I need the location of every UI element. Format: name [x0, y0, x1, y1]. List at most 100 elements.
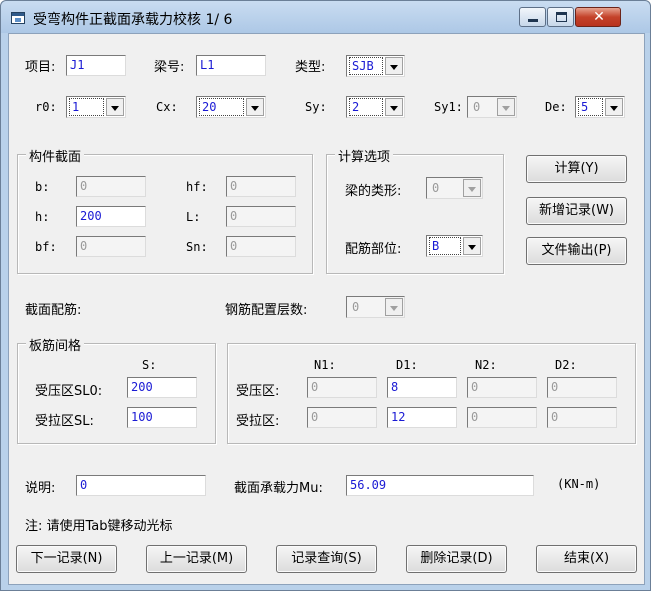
beam-shape-select-value: 0 [432, 181, 440, 195]
rebar-tension-label: 受拉区: [236, 414, 280, 429]
r0-select[interactable]: 1 [66, 96, 126, 118]
calculate-button[interactable]: 计算(Y) [526, 155, 627, 183]
compression-d2-input[interactable]: 0 [547, 377, 617, 398]
b-input[interactable]: 0 [76, 176, 146, 197]
slab-spacing-title: 板筋间格 [26, 335, 85, 354]
de-select-value: 5 [578, 98, 603, 116]
bf-label: bf: [35, 240, 57, 254]
sy-label: Sy: [305, 100, 327, 114]
chevron-down-icon[interactable] [605, 98, 623, 116]
rebar-table-group: N1: D1: N2: D2: 受压区: 0 8 0 0 受拉区: 0 12 0… [227, 343, 636, 444]
type-select-value: SJB [349, 57, 383, 75]
slab-tension-label: 受拉区SL: [35, 414, 94, 429]
beam-shape-select: 0 [426, 177, 483, 199]
maximize-icon [556, 12, 567, 22]
description-label: 说明: [25, 481, 56, 496]
slab-spacing-group: 板筋间格 S: 受压区SL0: 200 受拉区SL: 100 [17, 335, 216, 444]
de-label: De: [545, 100, 567, 114]
n1-header: N1: [314, 358, 336, 372]
rebar-compression-label: 受压区: [236, 384, 280, 399]
add-record-button[interactable]: 新增记录(W) [526, 197, 627, 225]
description-input[interactable]: 0 [76, 475, 206, 496]
minimize-button[interactable] [519, 7, 546, 27]
slab-tension-input[interactable]: 100 [127, 407, 197, 428]
slab-compression-label: 受压区SL0: [35, 384, 103, 399]
rebar-layers-label: 钢筋配置层数: [225, 303, 308, 318]
beam-shape-label: 梁的类形: [345, 184, 402, 199]
rebar-position-select[interactable]: B [426, 235, 483, 257]
s-header: S: [142, 358, 157, 372]
sn-input[interactable]: 0 [226, 236, 296, 257]
chevron-down-icon[interactable] [385, 57, 403, 75]
h-input[interactable]: 200 [76, 206, 146, 227]
rebar-position-select-value: B [429, 237, 461, 255]
sy1-label: Sy1: [434, 100, 463, 114]
compression-d1-input[interactable]: 8 [387, 377, 457, 398]
sy-select[interactable]: 2 [346, 96, 405, 118]
hf-input[interactable]: 0 [226, 176, 296, 197]
delete-record-button[interactable]: 删除记录(D) [406, 545, 507, 573]
chevron-down-icon [385, 298, 403, 316]
project-label: 项目: [25, 60, 56, 75]
chevron-down-icon[interactable] [463, 237, 481, 255]
d2-header: D2: [555, 358, 577, 372]
chevron-down-icon[interactable] [106, 98, 124, 116]
b-label: b: [35, 180, 50, 194]
capacity-label: 截面承载力Mu: [234, 481, 323, 496]
tension-n1-input[interactable]: 0 [307, 407, 377, 428]
beam-input[interactable]: L1 [196, 55, 266, 76]
end-button[interactable]: 结束(X) [536, 545, 637, 573]
section-group: 构件截面 b: 0 h: 200 bf: 0 hf: 0 L: 0 Sn: 0 [17, 146, 313, 274]
file-output-button[interactable]: 文件输出(P) [526, 237, 627, 265]
tension-d1-input[interactable]: 12 [387, 407, 457, 428]
compression-n1-input[interactable]: 0 [307, 377, 377, 398]
de-select[interactable]: 5 [575, 96, 625, 118]
cx-select[interactable]: 20 [196, 96, 266, 118]
r0-label: r0: [35, 100, 57, 114]
chevron-down-icon[interactable] [246, 98, 264, 116]
n2-header: N2: [475, 358, 497, 372]
section-group-title: 构件截面 [26, 146, 85, 165]
project-input[interactable]: J1 [66, 55, 126, 76]
sy1-select-value: 0 [473, 100, 481, 114]
capacity-unit: (KN-m) [557, 477, 601, 491]
type-label: 类型: [295, 60, 326, 75]
capacity-output[interactable]: 56.09 [346, 475, 534, 496]
l-input[interactable]: 0 [226, 206, 296, 227]
slab-compression-input[interactable]: 200 [127, 377, 197, 398]
chevron-down-icon [497, 98, 515, 116]
tension-d2-input[interactable]: 0 [547, 407, 617, 428]
sy-select-value: 2 [349, 98, 383, 116]
close-button[interactable]: ✕ [575, 7, 621, 27]
tension-n2-input[interactable]: 0 [467, 407, 537, 428]
cx-select-value: 20 [199, 98, 244, 116]
h-label: h: [35, 210, 50, 224]
compression-n2-input[interactable]: 0 [467, 377, 537, 398]
title-bar[interactable]: 受弯构件正截面承载力校核 1/ 6 ✕ [1, 1, 650, 33]
l-label: L: [186, 210, 201, 224]
calc-options-group: 计算选项 梁的类形: 0 配筋部位: B [326, 146, 504, 274]
tab-hint-note: 注: 请使用Tab键移动光标 [25, 519, 173, 534]
chevron-down-icon [463, 179, 481, 197]
beam-label: 梁号: [154, 60, 185, 75]
bf-input[interactable]: 0 [76, 236, 146, 257]
dialog-window: 受弯构件正截面承载力校核 1/ 6 ✕ 项目: J1 梁号: L1 类型: SJ… [0, 0, 651, 591]
window-title: 受弯构件正截面承载力校核 1/ 6 [33, 12, 233, 28]
query-record-button[interactable]: 记录查询(S) [276, 545, 377, 573]
minimize-icon [528, 19, 538, 22]
type-select[interactable]: SJB [346, 55, 405, 77]
prev-record-button[interactable]: 上一记录(M) [146, 545, 247, 573]
calc-options-title: 计算选项 [335, 146, 394, 165]
next-record-button[interactable]: 下一记录(N) [16, 545, 117, 573]
sy1-select: 0 [467, 96, 517, 118]
maximize-button[interactable] [547, 7, 574, 27]
sn-label: Sn: [186, 240, 208, 254]
rebar-layers-select-value: 0 [352, 300, 360, 314]
close-icon: ✕ [593, 9, 605, 25]
dialog-client-area: 项目: J1 梁号: L1 类型: SJB r0: 1 Cx: 20 Sy: 2… [8, 33, 645, 585]
app-window-icon [11, 12, 25, 24]
rebar-position-label: 配筋部位: [345, 242, 402, 257]
rebar-layers-select: 0 [346, 296, 405, 318]
chevron-down-icon[interactable] [385, 98, 403, 116]
r0-select-value: 1 [69, 98, 104, 116]
